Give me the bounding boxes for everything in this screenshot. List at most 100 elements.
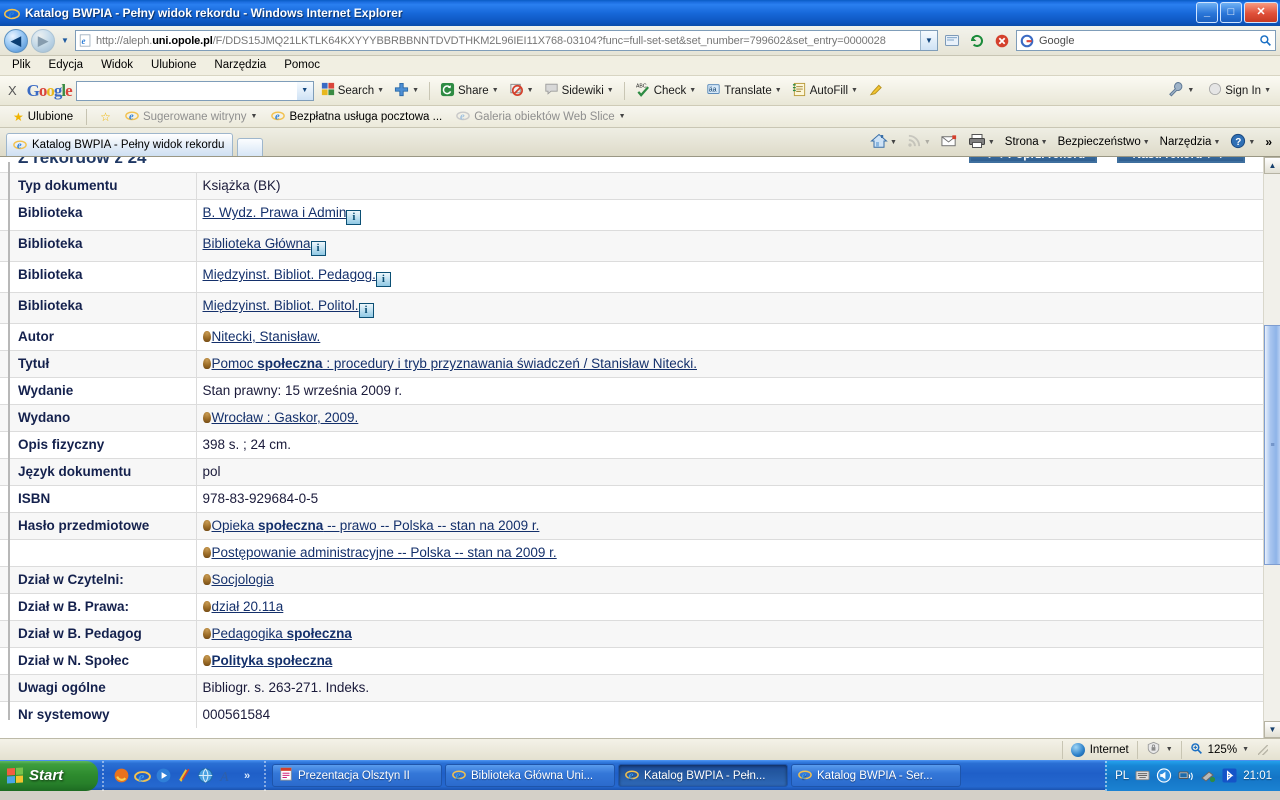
help-menu-button[interactable]: ? ▼ bbox=[1226, 131, 1259, 154]
chevron-down-icon[interactable]: ▼ bbox=[492, 87, 499, 94]
winamp-icon[interactable] bbox=[175, 767, 193, 785]
google-share-button[interactable]: Share ▼ bbox=[437, 82, 502, 100]
quick-launch-overflow-button[interactable]: » bbox=[238, 767, 256, 785]
favorites-button[interactable]: ★ Ulubione bbox=[8, 110, 78, 124]
address-input[interactable]: e http://aleph.uni.opole.pl/F/DDS15JMQ21… bbox=[75, 30, 938, 51]
chevron-down-icon[interactable]: ▼ bbox=[1166, 746, 1173, 753]
menu-item-ulubione[interactable]: Ulubione bbox=[147, 58, 204, 73]
google-search-history-dropdown-icon[interactable]: ▼ bbox=[296, 81, 313, 100]
forward-button[interactable]: ▶ bbox=[31, 28, 55, 53]
scroll-up-button[interactable]: ▲ bbox=[1264, 157, 1280, 174]
clock[interactable]: 21:01 bbox=[1243, 770, 1272, 782]
record-value-link[interactable]: Postępowanie administracyjne -- Polska -… bbox=[212, 545, 557, 560]
tab-katalog-bwpia[interactable]: e Katalog BWPIA - Pełny widok rekordu bbox=[6, 133, 234, 156]
google-highlight-button[interactable] bbox=[865, 82, 887, 100]
google-toolbar-close-button[interactable]: X bbox=[6, 83, 23, 98]
start-button[interactable]: Start bbox=[0, 760, 98, 791]
chevron-down-icon[interactable]: ▼ bbox=[619, 113, 626, 120]
security-zone-indicator[interactable]: Internet bbox=[1061, 740, 1137, 759]
home-button[interactable]: ▼ bbox=[866, 131, 901, 154]
record-value-link[interactable]: Pomoc społeczna : procedury i tryb przyz… bbox=[212, 356, 697, 371]
chevron-down-icon[interactable]: ▼ bbox=[1264, 87, 1271, 94]
previous-record-button[interactable]: ◄◄ Poprz. rekord bbox=[969, 157, 1097, 163]
new-tab-button[interactable] bbox=[237, 138, 264, 156]
security-menu-button[interactable]: Bezpieczeństwo ▼ bbox=[1054, 134, 1154, 150]
scrollbar-thumb[interactable]: ≡ bbox=[1264, 325, 1280, 565]
favbar-item-suggested-sites[interactable]: e Sugerowane witryny ▼ bbox=[120, 108, 263, 125]
search-input[interactable]: Google bbox=[1016, 30, 1276, 51]
media-player-icon[interactable] bbox=[154, 767, 172, 785]
chevron-down-icon[interactable]: ▼ bbox=[251, 113, 258, 120]
chevron-down-icon[interactable]: ▼ bbox=[607, 87, 614, 94]
info-icon[interactable]: i bbox=[346, 210, 362, 225]
record-value-link[interactable]: Opieka społeczna -- prawo -- Polska -- s… bbox=[212, 518, 540, 533]
google-search-button[interactable]: Search ▼ bbox=[318, 82, 387, 99]
add-to-favorites-bar-button[interactable]: ☆ bbox=[95, 110, 116, 124]
chevron-down-icon[interactable]: ▼ bbox=[851, 87, 858, 94]
globe-icon[interactable] bbox=[196, 767, 214, 785]
address-dropdown-icon[interactable]: ▼ bbox=[920, 31, 937, 50]
chevron-down-icon[interactable]: ▼ bbox=[924, 139, 931, 146]
google-autofill-button[interactable]: AutoFill ▼ bbox=[789, 82, 861, 100]
font-icon[interactable]: A bbox=[217, 767, 235, 785]
safely-remove-icon[interactable] bbox=[1200, 769, 1216, 783]
menu-item-narzedzia[interactable]: Narzędzia bbox=[210, 58, 274, 73]
chevron-down-icon[interactable]: ▼ bbox=[775, 87, 782, 94]
google-translate-button[interactable]: äa Translate ▼ bbox=[703, 82, 784, 99]
bluetooth-icon[interactable] bbox=[1222, 768, 1237, 783]
ie-icon[interactable]: e bbox=[133, 767, 151, 785]
chevron-down-icon[interactable]: ▼ bbox=[890, 139, 897, 146]
menu-item-widok[interactable]: Widok bbox=[97, 58, 141, 73]
page-menu-button[interactable]: Strona ▼ bbox=[1001, 134, 1052, 150]
record-value-link[interactable]: Nitecki, Stanisław. bbox=[212, 329, 321, 344]
favbar-item-free-mail[interactable]: e Bezpłatna usługa pocztowa ... bbox=[266, 108, 447, 125]
keyboard-icon[interactable] bbox=[1135, 769, 1150, 782]
menu-item-plik[interactable]: Plik bbox=[8, 58, 39, 73]
google-sidewiki-button[interactable]: Sidewiki ▼ bbox=[541, 82, 617, 99]
stop-button[interactable] bbox=[991, 30, 1013, 52]
record-value-link[interactable]: Biblioteka Główna bbox=[203, 236, 311, 251]
record-value-link[interactable]: Pedagogika społeczna bbox=[212, 626, 352, 641]
menu-item-pomoc[interactable]: Pomoc bbox=[280, 58, 328, 73]
language-indicator[interactable]: PL bbox=[1115, 770, 1129, 782]
resize-grip[interactable] bbox=[1258, 744, 1268, 755]
google-check-button[interactable]: ABC Check ▼ bbox=[632, 82, 700, 100]
record-value-link[interactable]: Polityka społeczna bbox=[212, 653, 333, 668]
refresh-button[interactable] bbox=[966, 30, 988, 52]
page-vertical-scrollbar[interactable]: ▲ ≡ ▼ bbox=[1263, 157, 1280, 738]
record-value-link[interactable]: Wrocław : Gaskor, 2009. bbox=[212, 410, 359, 425]
next-record-button[interactable]: Nast. rekord ►► bbox=[1117, 157, 1245, 163]
task-button-katalog-bwpia-pelny[interactable]: e Katalog BWPIA - Pełn... bbox=[618, 764, 788, 787]
scroll-down-button[interactable]: ▼ bbox=[1264, 721, 1280, 738]
record-value-link[interactable]: Międzyinst. Bibliot. Pedagog. bbox=[203, 267, 376, 282]
back-button[interactable]: ◀ bbox=[4, 28, 28, 53]
chevron-down-icon[interactable]: ▼ bbox=[1248, 139, 1255, 146]
window-title-bar[interactable]: e Katalog BWPIA - Pełny widok rekordu - … bbox=[0, 0, 1280, 26]
google-settings-button[interactable]: ▼ bbox=[1165, 81, 1197, 100]
record-value-link[interactable]: Międzyinst. Bibliot. Politol. bbox=[203, 298, 359, 313]
menu-item-edycja[interactable]: Edycja bbox=[45, 58, 92, 73]
task-button-biblioteka-glowna[interactable]: e Biblioteka Główna Uni... bbox=[445, 764, 615, 787]
tools-menu-button[interactable]: Narzędzia ▼ bbox=[1156, 134, 1225, 150]
chevron-down-icon[interactable]: ▼ bbox=[1143, 139, 1150, 146]
chevron-down-icon[interactable]: ▼ bbox=[1213, 139, 1220, 146]
network-icon[interactable] bbox=[1178, 769, 1194, 783]
chevron-down-icon[interactable]: ▼ bbox=[1041, 139, 1048, 146]
chevron-down-icon[interactable]: ▼ bbox=[988, 139, 995, 146]
chevron-down-icon[interactable]: ▼ bbox=[527, 87, 534, 94]
info-icon[interactable]: i bbox=[358, 303, 374, 318]
record-value-link[interactable]: dział 20.11a bbox=[212, 599, 284, 614]
chevron-down-icon[interactable]: ▼ bbox=[1242, 746, 1249, 753]
recent-pages-dropdown-icon[interactable]: ▼ bbox=[58, 30, 72, 52]
read-mail-button[interactable] bbox=[937, 132, 962, 153]
zoom-level-control[interactable]: 125% ▼ bbox=[1180, 740, 1276, 759]
chevron-down-icon[interactable]: ▼ bbox=[377, 87, 384, 94]
chevron-down-icon[interactable]: ▼ bbox=[1187, 87, 1194, 94]
firefox-icon[interactable] bbox=[112, 767, 130, 785]
chevron-down-icon[interactable]: ▼ bbox=[412, 87, 419, 94]
google-popup-blocker-button[interactable]: ▼ bbox=[506, 82, 537, 100]
protected-mode-indicator[interactable]: ▼ bbox=[1136, 740, 1181, 759]
feeds-button[interactable]: ▼ bbox=[903, 131, 935, 153]
close-button[interactable]: ✕ bbox=[1244, 2, 1278, 23]
print-button[interactable]: ▼ bbox=[964, 131, 999, 154]
